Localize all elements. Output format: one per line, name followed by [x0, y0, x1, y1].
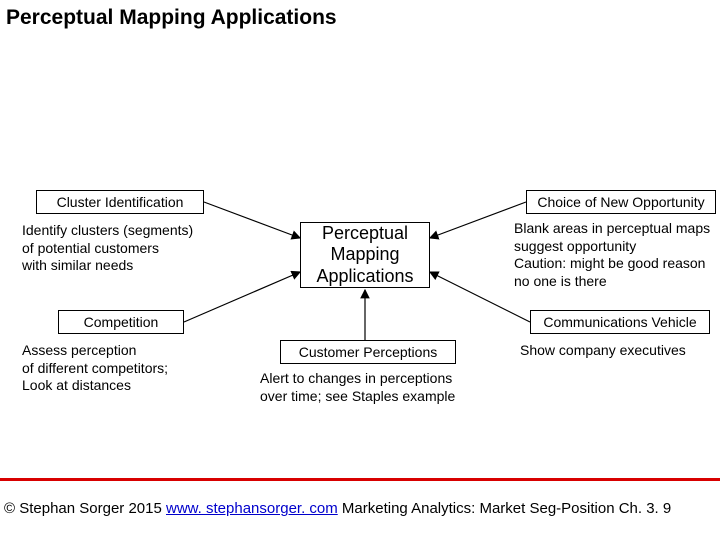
footer-suffix: Marketing Analytics: Market Seg-Position… — [338, 500, 671, 517]
node-communications-vehicle: Communications Vehicle — [530, 310, 710, 334]
node-new-opportunity: Choice of New Opportunity — [526, 190, 716, 214]
desc-communications-vehicle: Show company executives — [520, 342, 720, 360]
node-customer-perceptions: Customer Perceptions — [280, 340, 456, 364]
desc-competition: Assess perception of different competito… — [22, 342, 222, 395]
center-box: Perceptual Mapping Applications — [300, 222, 430, 288]
desc-cluster-identification: Identify clusters (segments) of potentia… — [22, 222, 242, 275]
footer-divider — [0, 478, 720, 481]
desc-customer-perceptions: Alert to changes in perceptions over tim… — [260, 370, 500, 405]
footer-link[interactable]: www. stephansorger. com — [166, 500, 338, 517]
node-competition: Competition — [58, 310, 184, 334]
node-cluster-identification: Cluster Identification — [36, 190, 204, 214]
desc-new-opportunity: Blank areas in perceptual maps suggest o… — [514, 220, 720, 290]
footer: © Stephan Sorger 2015 www. stephansorger… — [4, 500, 671, 517]
footer-prefix: © Stephan Sorger 2015 — [4, 500, 166, 517]
page-title: Perceptual Mapping Applications — [6, 6, 337, 30]
